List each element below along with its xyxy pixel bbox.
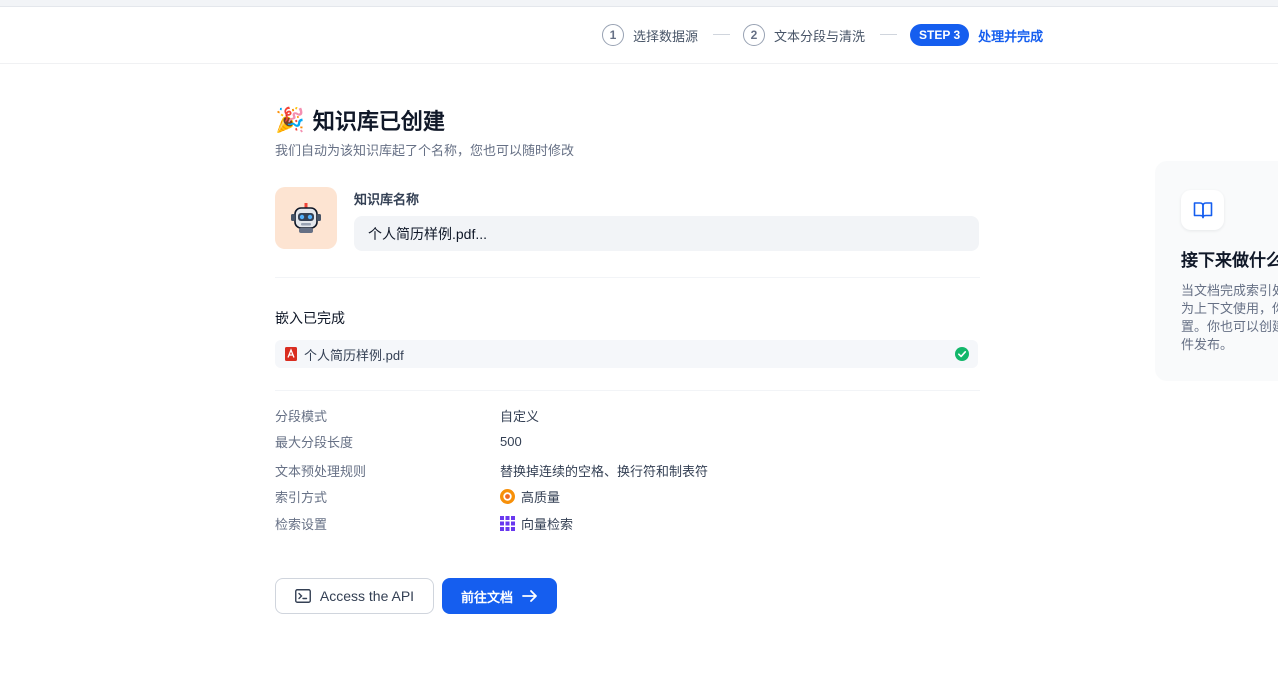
step-2-number: 2 bbox=[743, 24, 765, 46]
next-steps-line: 件发布。 bbox=[1181, 337, 1234, 352]
step-1: 1 选择数据源 bbox=[602, 23, 698, 47]
step-2: 2 文本分段与清洗 bbox=[743, 23, 865, 47]
setting-value-text: 自定义 bbox=[500, 408, 540, 424]
step-3: STEP 3 处理并完成 bbox=[910, 23, 1043, 47]
setting-value-text: 向量检索 bbox=[521, 516, 574, 532]
step-separator bbox=[713, 34, 730, 35]
setting-value: 高质量 bbox=[500, 487, 560, 506]
setting-key: 检索设置 bbox=[275, 516, 328, 532]
main-content: 🎉 知识库已创建 我们自动为该知识库起了个名称，您也可以随时修改 知识库名称 嵌… bbox=[275, 100, 980, 614]
access-api-button[interactable]: Access the API bbox=[275, 578, 434, 614]
pdf-file-icon bbox=[285, 347, 297, 361]
knowledge-base-name-label: 知识库名称 bbox=[354, 192, 420, 207]
next-steps-panel: 接下来做什么 当文档完成索引处理后， 为上下文使用，你 置。你也可以创建 件发布… bbox=[1155, 161, 1278, 381]
setting-value: 500 bbox=[500, 434, 522, 449]
next-steps-line: 置。你也可以创建 bbox=[1181, 319, 1278, 334]
setting-row: 文本预处理规则 替换掉连续的空格、换行符和制表符 bbox=[275, 459, 980, 481]
setting-value-text: 高质量 bbox=[521, 489, 561, 505]
setting-key: 文本预处理规则 bbox=[275, 463, 367, 479]
embedded-file-row: 个人简历样例.pdf bbox=[275, 340, 978, 368]
go-to-document-label: 前往文档 bbox=[460, 589, 513, 605]
next-steps-line: 当文档完成索引处理后， bbox=[1181, 283, 1278, 298]
setting-value: 替换掉连续的空格、换行符和制表符 bbox=[500, 461, 708, 480]
embedded-file-name: 个人简历样例.pdf bbox=[304, 347, 404, 363]
check-circle-icon bbox=[955, 347, 969, 361]
book-icon bbox=[1181, 190, 1224, 230]
setting-row: 最大分段长度 500 bbox=[275, 430, 980, 452]
browser-top-strip bbox=[0, 0, 1278, 7]
divider bbox=[275, 390, 980, 391]
page-title: 知识库已创建 bbox=[312, 109, 445, 134]
knowledge-base-name-input[interactable] bbox=[354, 216, 979, 251]
step-separator bbox=[880, 34, 897, 35]
terminal-icon bbox=[294, 589, 311, 603]
step-1-number: 1 bbox=[602, 24, 624, 46]
setting-value: 自定义 bbox=[500, 406, 539, 425]
arrow-right-icon bbox=[522, 590, 537, 602]
step-2-label: 文本分段与清洗 bbox=[774, 28, 866, 44]
go-to-document-button[interactable]: 前往文档 bbox=[442, 578, 557, 614]
step-3-badge: STEP 3 bbox=[910, 24, 970, 46]
step-indicator: 1 选择数据源 2 文本分段与清洗 STEP 3 处理并完成 bbox=[0, 7, 1278, 64]
setting-key: 分段模式 bbox=[275, 408, 328, 424]
party-popper-icon: 🎉 bbox=[275, 106, 305, 134]
step-1-label: 选择数据源 bbox=[633, 28, 699, 44]
embedding-status-title: 嵌入已完成 bbox=[275, 310, 345, 326]
setting-row: 分段模式 自定义 bbox=[275, 404, 980, 426]
next-steps-line: 为上下文使用，你 bbox=[1181, 301, 1278, 316]
setting-key: 最大分段长度 bbox=[275, 434, 354, 450]
setting-value-text: 替换掉连续的空格、换行符和制表符 bbox=[500, 463, 709, 479]
setting-value-text: 500 bbox=[500, 433, 522, 449]
robot-avatar-icon[interactable] bbox=[275, 187, 337, 249]
vector-grid-icon bbox=[500, 515, 515, 531]
divider bbox=[275, 277, 980, 278]
setting-value: 向量检索 bbox=[500, 514, 573, 533]
access-api-label: Access the API bbox=[319, 588, 415, 604]
high-quality-icon bbox=[500, 488, 515, 504]
step-3-label: 处理并完成 bbox=[978, 28, 1044, 44]
next-steps-title: 接下来做什么 bbox=[1181, 251, 1278, 270]
next-steps-description: 当文档完成索引处理后， 为上下文使用，你 置。你也可以创建 件发布。 bbox=[1181, 282, 1278, 354]
setting-key: 索引方式 bbox=[275, 489, 328, 505]
page-subtitle: 我们自动为该知识库起了个名称，您也可以随时修改 bbox=[275, 143, 575, 158]
title-row: 🎉 知识库已创建 bbox=[275, 100, 980, 140]
setting-row: 索引方式 高质量 bbox=[275, 485, 980, 507]
knowledge-base-name-row: 知识库名称 bbox=[275, 187, 980, 251]
setting-row: 检索设置 向量检索 bbox=[275, 512, 980, 534]
